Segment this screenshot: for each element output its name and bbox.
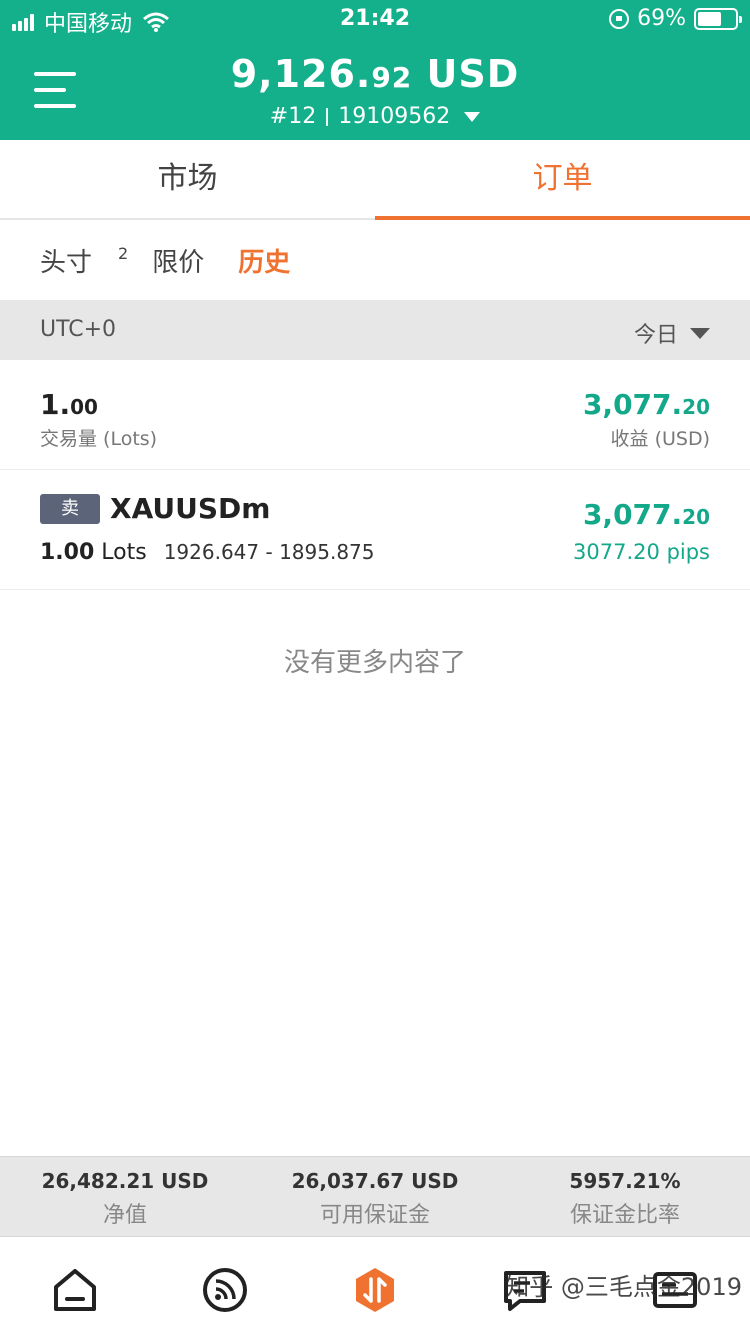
trade-lots-unit: Lots bbox=[101, 540, 147, 565]
trade-lots: 1.00 Lots 1926.647 - 1895.875 bbox=[40, 540, 375, 565]
account-selector[interactable]: #12 19109562 bbox=[0, 104, 750, 129]
status-right: 69% bbox=[609, 6, 742, 31]
subtab-positions[interactable]: 头寸 2 bbox=[40, 242, 128, 279]
total-volume-main: 1. bbox=[40, 388, 71, 421]
chevron-down-icon bbox=[690, 327, 710, 339]
balance-main: 9,126. bbox=[230, 52, 372, 96]
stat-margin-level: 5957.21% 保证金比率 bbox=[500, 1157, 750, 1236]
history-filter-bar: UTC+0 今日 bbox=[0, 300, 750, 360]
positions-count-badge: 2 bbox=[118, 243, 129, 263]
period-value: 今日 bbox=[633, 323, 678, 348]
total-profit: 3,077.20 bbox=[583, 388, 710, 421]
app-header: 中国移动 21:42 69% 9,126.92 USD #12 19109562 bbox=[0, 0, 750, 140]
trade-price-range: 1926.647 - 1895.875 bbox=[163, 540, 375, 564]
account-number: 19109562 bbox=[338, 104, 451, 129]
battery-percent: 69% bbox=[637, 6, 686, 31]
main-tabs: 市场 订单 bbox=[0, 140, 750, 220]
total-profit-label: 收益 (USD) bbox=[610, 428, 710, 450]
total-volume-label: 交易量 (Lots) bbox=[40, 428, 158, 450]
trade-icon[interactable] bbox=[350, 1265, 400, 1315]
orientation-lock-icon bbox=[609, 8, 630, 29]
stat-equity-label: 净值 bbox=[102, 1203, 147, 1228]
account-index: #12 bbox=[269, 104, 317, 129]
trade-profit: 3,077.20 bbox=[583, 498, 710, 531]
stat-free-margin-label: 可用保证金 bbox=[319, 1203, 430, 1228]
subtab-positions-label: 头寸 bbox=[40, 247, 93, 278]
bottom-nav: 知乎 @三毛点金2019 bbox=[0, 1236, 750, 1334]
history-summary: 1.00 交易量 (Lots) 3,077.20 收益 (USD) bbox=[0, 360, 750, 470]
account-stats-bar: 26,482.21 USD 净值 26,037.67 USD 可用保证金 595… bbox=[0, 1156, 750, 1236]
list-item[interactable]: 卖 XAUUSDm 1.00 Lots 1926.647 - 1895.875 … bbox=[0, 470, 750, 590]
timezone-label: UTC+0 bbox=[40, 317, 117, 342]
account-balance: 9,126.92 USD bbox=[0, 52, 750, 96]
tab-market[interactable]: 市场 bbox=[0, 140, 375, 218]
trade-lots-value: 1.00 bbox=[40, 540, 95, 565]
balance-currency: USD bbox=[426, 52, 520, 96]
balance-decimal: 92 bbox=[371, 61, 413, 94]
trade-symbol: XAUUSDm bbox=[110, 492, 271, 525]
trade-pips: 3077.20 pips bbox=[573, 540, 710, 564]
stat-free-margin-value: 26,037.67 USD bbox=[291, 1169, 459, 1193]
subtab-history[interactable]: 历史 bbox=[238, 242, 290, 279]
period-dropdown[interactable]: 今日 bbox=[634, 317, 710, 349]
stat-margin-level-label: 保证金比率 bbox=[569, 1203, 680, 1228]
total-volume: 1.00 bbox=[40, 388, 98, 421]
tab-orders[interactable]: 订单 bbox=[375, 140, 750, 220]
total-profit-decimal: 20 bbox=[682, 395, 710, 419]
stat-margin-level-value: 5957.21% bbox=[569, 1169, 681, 1193]
side-badge: 卖 bbox=[40, 494, 100, 524]
account-separator bbox=[326, 108, 329, 126]
status-bar: 中国移动 21:42 69% bbox=[0, 0, 750, 40]
watermark-text: 知乎 @三毛点金2019 bbox=[505, 1273, 742, 1301]
trade-profit-main: 3,077. bbox=[582, 498, 683, 531]
order-subtabs: 头寸 2 限价 历史 bbox=[40, 240, 314, 280]
stat-equity-value: 26,482.21 USD bbox=[41, 1169, 209, 1193]
total-profit-main: 3,077. bbox=[582, 388, 683, 421]
empty-list-message: 没有更多内容了 bbox=[283, 648, 466, 678]
stat-free-margin: 26,037.67 USD 可用保证金 bbox=[250, 1157, 500, 1236]
trade-profit-decimal: 20 bbox=[682, 505, 710, 529]
chevron-down-icon bbox=[464, 112, 481, 122]
stat-equity: 26,482.21 USD 净值 bbox=[0, 1157, 250, 1236]
subtab-pending[interactable]: 限价 bbox=[152, 242, 204, 279]
home-icon[interactable] bbox=[50, 1265, 100, 1315]
feed-icon[interactable] bbox=[200, 1265, 250, 1315]
battery-icon bbox=[694, 7, 742, 30]
total-volume-decimal: 00 bbox=[70, 395, 98, 419]
